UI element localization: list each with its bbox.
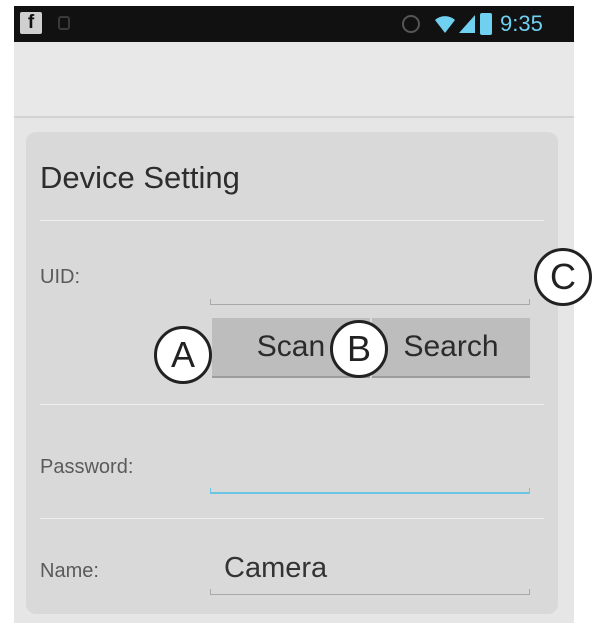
- device-setting-card: Device Setting UID: Scan Search Password…: [26, 132, 558, 614]
- search-button[interactable]: Search: [372, 318, 530, 376]
- uid-label: UID:: [40, 266, 80, 288]
- name-field[interactable]: [210, 589, 530, 595]
- password-label: Password:: [40, 456, 134, 478]
- callout-c: C: [534, 248, 592, 306]
- name-value: Camera: [224, 552, 328, 584]
- title-divider: [40, 220, 544, 221]
- name-label: Name:: [40, 560, 99, 582]
- card-title: Device Setting: [40, 160, 240, 195]
- action-bar-divider: [14, 116, 574, 118]
- signal-icon: [459, 15, 475, 33]
- uid-section-divider: [40, 404, 544, 405]
- status-time: 9:35: [500, 11, 543, 36]
- facebook-icon: f: [20, 12, 42, 34]
- uid-field[interactable]: [210, 299, 530, 305]
- notification-icon: [58, 16, 70, 30]
- callout-a: A: [154, 326, 212, 384]
- battery-icon: [480, 13, 492, 35]
- alarm-icon: [402, 15, 420, 33]
- wifi-icon: [435, 16, 455, 33]
- phone-screen: f 9:35 Device Setting UID: Scan Search P…: [14, 6, 574, 623]
- status-bar: f 9:35: [14, 6, 574, 42]
- callout-b: B: [330, 320, 388, 378]
- password-field[interactable]: [210, 488, 530, 494]
- password-section-divider: [40, 518, 544, 519]
- action-bar: [14, 42, 574, 118]
